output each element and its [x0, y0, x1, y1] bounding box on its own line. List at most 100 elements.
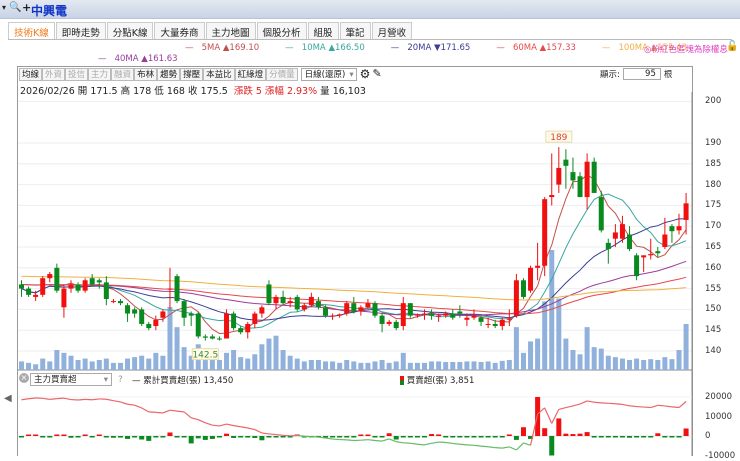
cumulative-line-segment	[630, 406, 637, 407]
price-tick: 180	[705, 180, 721, 190]
candle-body	[521, 280, 526, 297]
candle-body	[344, 303, 349, 313]
cumulative-line-segment	[50, 399, 57, 400]
net-bar	[457, 436, 462, 438]
volume-bar	[344, 360, 349, 370]
volume-bar	[521, 353, 526, 370]
volume-bar	[104, 359, 109, 370]
volume-bar	[330, 361, 335, 370]
cumulative-line-segment	[375, 440, 382, 441]
net-bar	[380, 436, 385, 438]
net-bar	[556, 418, 561, 436]
net-bar	[252, 436, 257, 438]
cumulative-line-segment	[453, 443, 460, 444]
cumulative-line-segment	[460, 444, 467, 445]
volume-bar	[288, 356, 293, 370]
cumulative-line-segment	[170, 410, 177, 411]
price-tick: 200	[705, 96, 721, 106]
net-bar	[549, 436, 554, 456]
volume-bar	[351, 361, 356, 370]
candle-body	[40, 278, 45, 295]
cumulative-line-segment	[113, 401, 120, 402]
net-bar	[344, 436, 349, 438]
volume-bar	[450, 362, 455, 370]
candle-body	[387, 322, 392, 324]
net-bar	[486, 436, 491, 438]
net-bar	[563, 434, 568, 436]
volume-bar	[599, 349, 604, 370]
volume-bar	[648, 359, 653, 370]
cumulative-line-segment	[566, 406, 573, 408]
net-bar	[464, 436, 469, 438]
candle-body	[210, 336, 215, 338]
cumulative-line-segment	[163, 410, 170, 413]
cumulative-line-segment	[672, 407, 679, 408]
candle-body	[563, 160, 568, 166]
candle-body	[139, 309, 144, 324]
cumulative-line-segment	[382, 439, 389, 441]
close-indicator-icon[interactable]: ×	[19, 373, 29, 383]
net-bar	[443, 436, 448, 438]
volume-bar	[61, 353, 66, 370]
annotation-low: 142.5	[192, 351, 218, 361]
candle-body	[182, 301, 187, 318]
candle-body	[535, 266, 540, 268]
candle-body	[125, 305, 130, 313]
cumulative-line-segment	[474, 445, 481, 446]
cumulative-line-segment	[481, 446, 488, 447]
volume-bar	[97, 360, 102, 370]
net-bar	[592, 436, 597, 438]
net-bar	[613, 436, 618, 438]
volume-bar	[281, 350, 286, 370]
cumulative-line-segment	[135, 405, 142, 408]
candlestick-chart[interactable]: 189142.5	[0, 0, 740, 456]
net-bar	[648, 436, 653, 438]
volume-bar	[479, 362, 484, 370]
candle-body	[450, 314, 455, 318]
net-bar	[76, 436, 81, 438]
cumulative-line-segment	[368, 440, 375, 441]
cumulative-line-segment	[22, 399, 29, 400]
candle-body	[549, 195, 554, 197]
net-bar	[662, 436, 667, 438]
collapse-left-icon[interactable]: ◀	[4, 393, 12, 404]
volume-bar	[669, 359, 674, 370]
net-bar	[351, 436, 356, 438]
candle-body	[118, 301, 123, 303]
candle-body	[26, 289, 31, 295]
cumulative-line-segment	[255, 430, 262, 433]
net-bar	[408, 436, 413, 438]
indicator-select[interactable]: 主力買賣超▾	[30, 373, 112, 386]
net-bar	[669, 436, 674, 438]
candle-body	[203, 336, 208, 337]
net-bar	[514, 436, 519, 440]
volume-bar	[373, 361, 378, 370]
volume-bar	[528, 341, 533, 370]
candle-body	[669, 226, 674, 231]
volume-bar	[19, 361, 24, 370]
candle-body	[245, 324, 250, 332]
net-bar	[167, 432, 172, 436]
net-bar	[83, 435, 88, 437]
volume-bar	[394, 361, 399, 370]
volume-bar	[570, 350, 575, 370]
cumulative-line-segment	[276, 435, 283, 436]
help-icon[interactable]: ?	[118, 375, 123, 385]
candle-body	[281, 297, 286, 303]
net-bar	[224, 434, 229, 436]
cumulative-line-segment	[248, 428, 255, 430]
cumulative-line-segment	[43, 398, 50, 399]
candle-body	[259, 307, 264, 313]
candle-body	[252, 314, 257, 324]
cumulative-legend: — 累計買賣超(張) 13,450	[132, 374, 233, 386]
candle-body	[160, 311, 165, 317]
net-bar	[436, 434, 441, 436]
volume-bar	[76, 360, 81, 370]
cumulative-line-segment	[92, 399, 99, 400]
volume-bar	[443, 362, 448, 370]
candle-body	[132, 309, 137, 313]
volume-bar	[337, 363, 342, 370]
candle-body	[514, 280, 519, 315]
net-bar	[500, 436, 505, 438]
volume-bar	[365, 363, 370, 370]
